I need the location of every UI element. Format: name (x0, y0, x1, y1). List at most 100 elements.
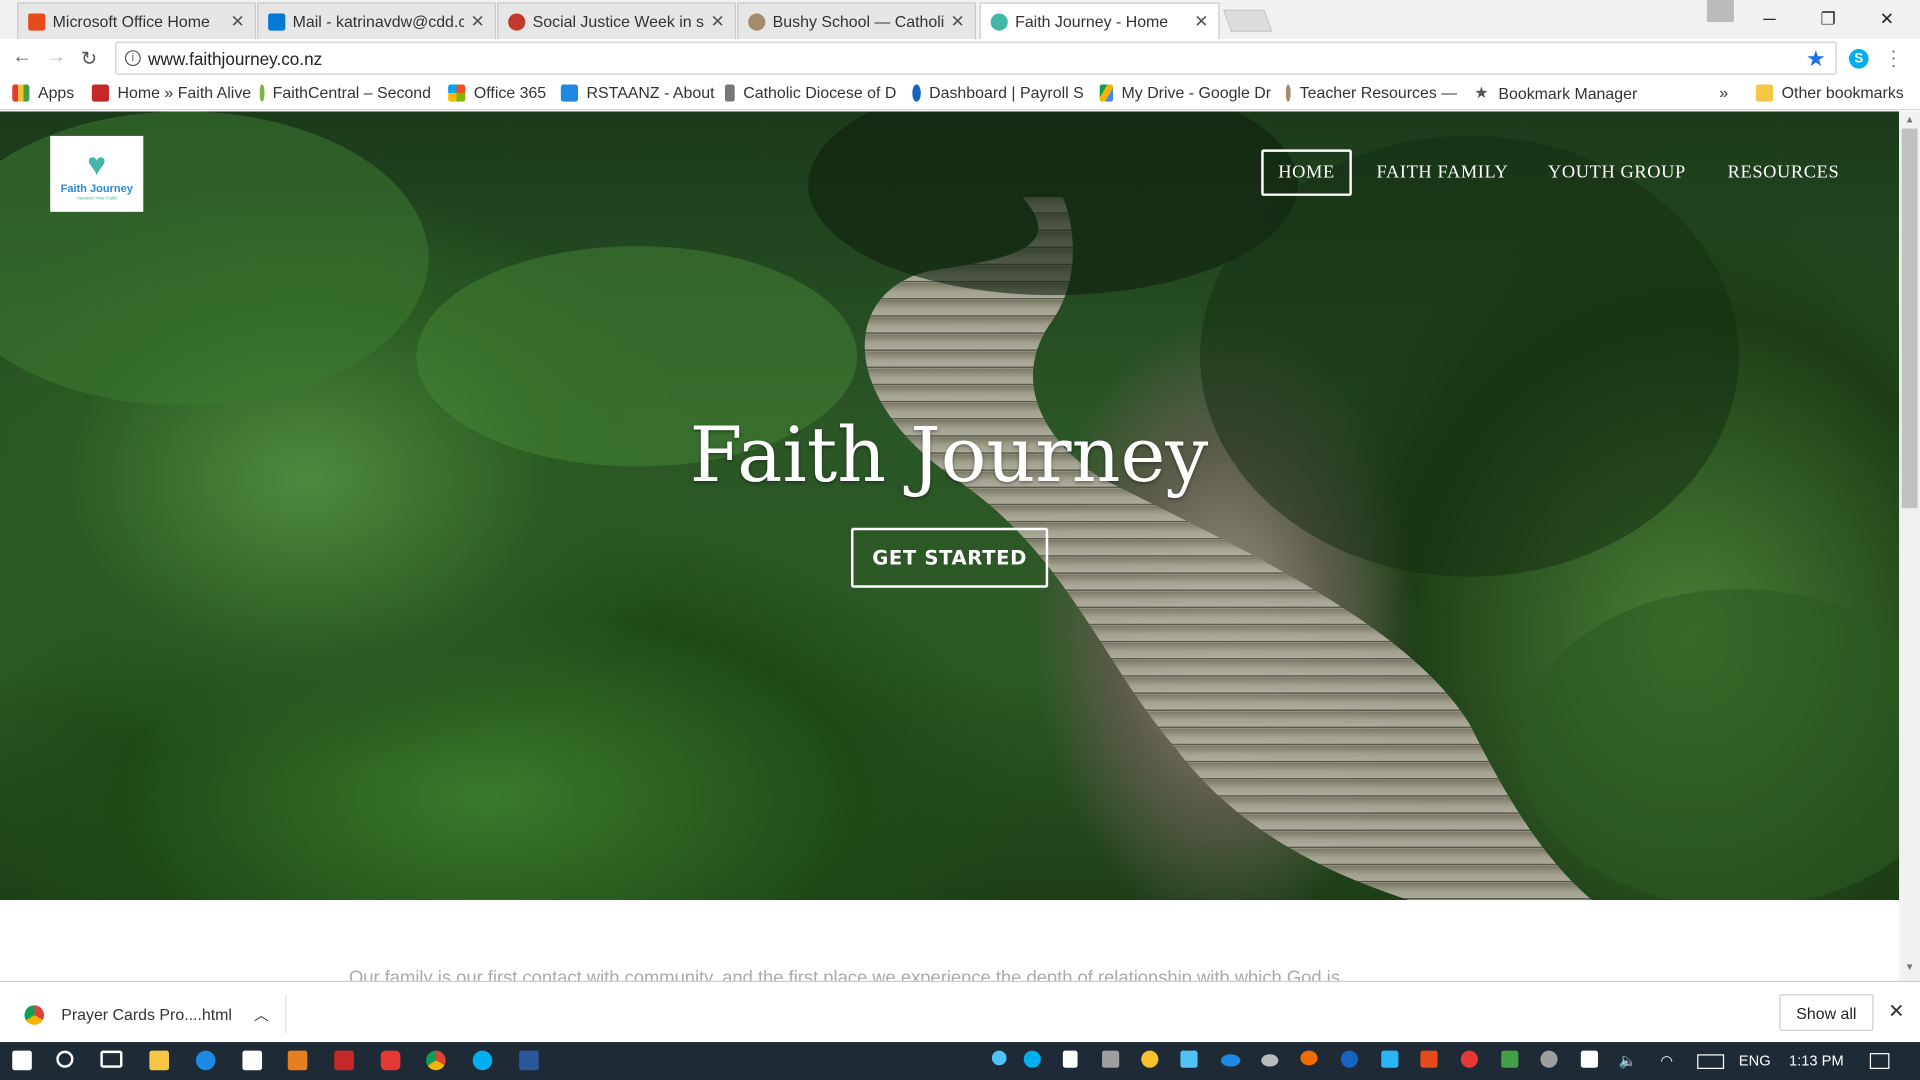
nav-label: YOUTH GROUP (1548, 162, 1686, 182)
nav-label: HOME (1278, 162, 1335, 182)
tray-app-icon[interactable] (1381, 1050, 1399, 1068)
reload-button[interactable]: ↻ (81, 47, 97, 71)
bookmarks-overflow-button[interactable]: » (1719, 83, 1728, 101)
onedrive-icon[interactable] (1220, 1054, 1241, 1067)
tray-icon[interactable] (991, 1050, 1007, 1066)
school-icon (1285, 83, 1292, 102)
edge-icon[interactable] (195, 1050, 216, 1071)
volume-icon[interactable]: 🔈 (1619, 1052, 1637, 1069)
media-icon[interactable] (287, 1050, 308, 1071)
info-icon[interactable]: i (124, 50, 141, 67)
tab-mail[interactable]: Mail - katrinavdw@cdd.c ✕ (257, 2, 496, 40)
tab-office[interactable]: Microsoft Office Home ✕ (17, 2, 256, 40)
minimize-button[interactable]: ─ (1741, 0, 1797, 37)
bookmark-apps[interactable]: Apps (12, 83, 74, 102)
address-bar[interactable]: i www.faithjourney.co.nz ★ (115, 41, 1837, 75)
bookmark-label: Dashboard | Payroll S (929, 83, 1084, 102)
keyboard-icon[interactable] (1697, 1054, 1725, 1069)
windows-taskbar: 🔈 ◠ ENG 1:13 PM (0, 1042, 1920, 1080)
back-button[interactable]: ← (12, 47, 32, 69)
cloud-icon[interactable] (1261, 1054, 1279, 1067)
bookmark-catholic-diocese[interactable]: Catholic Diocese of D (724, 83, 897, 102)
close-icon[interactable]: ✕ (951, 11, 965, 32)
tray-app-icon[interactable] (1460, 1050, 1478, 1068)
scroll-thumb[interactable] (1901, 128, 1918, 509)
page-scrollbar[interactable]: ▲ ▼ (1899, 111, 1920, 981)
close-icon[interactable]: ✕ (1194, 11, 1208, 32)
close-icon[interactable]: ✕ (711, 11, 725, 32)
other-bookmarks[interactable]: Other bookmarks (1755, 83, 1904, 102)
skype-icon[interactable] (472, 1050, 493, 1071)
bookmark-office-365[interactable]: Office 365 (448, 83, 547, 102)
bookmark-manager[interactable]: ★ Bookmark Manager (1474, 83, 1637, 103)
nav-youth-group[interactable]: YOUTH GROUP (1540, 149, 1693, 196)
skype-tray-icon[interactable] (1023, 1050, 1041, 1068)
tray-app-icon[interactable] (1300, 1050, 1318, 1066)
download-filename: Prayer Cards Pro....html (61, 1005, 232, 1024)
tray-app-icon[interactable] (1180, 1050, 1198, 1068)
bookmark-label: Catholic Diocese of D (743, 83, 897, 102)
bookmark-faithcentral[interactable]: FaithCentral – Second (259, 83, 431, 102)
close-window-button[interactable]: ✕ (1859, 0, 1915, 37)
get-started-button[interactable]: GET STARTED (851, 527, 1049, 588)
skype-icon[interactable]: S (1848, 48, 1869, 69)
bookmark-rstaanz[interactable]: RSTAANZ - About (560, 83, 715, 102)
nav-home[interactable]: HOME (1261, 149, 1352, 196)
bookmark-faith-alive[interactable]: Home » Faith Alive (91, 83, 251, 102)
restore-button[interactable]: ❐ (1800, 0, 1856, 37)
bookmark-teacher-resources[interactable]: Teacher Resources — (1285, 83, 1458, 102)
download-item[interactable]: Prayer Cards Pro....html ︿ (24, 1004, 269, 1025)
wifi-icon[interactable]: ◠ (1660, 1052, 1673, 1069)
tray-app-icon[interactable] (1420, 1050, 1438, 1068)
notifications-icon[interactable] (1869, 1053, 1890, 1069)
bookmark-dashboard-payroll[interactable]: Dashboard | Payroll S (912, 83, 1084, 102)
forward-button[interactable]: → (47, 47, 67, 69)
bookmark-label: Office 365 (473, 83, 547, 102)
show-all-button[interactable]: Show all (1779, 994, 1874, 1032)
bookmark-label: Teacher Resources — (1299, 83, 1458, 102)
chrome-icon[interactable] (426, 1050, 446, 1071)
search-icon[interactable] (56, 1050, 74, 1068)
file-explorer-icon[interactable] (149, 1050, 169, 1071)
bookmark-my-drive[interactable]: My Drive - Google Dr (1099, 83, 1271, 102)
word-icon[interactable] (519, 1050, 539, 1071)
tray-app-icon[interactable] (1501, 1050, 1519, 1068)
web-page: ♥ Faith Journey Awaken Your Faith HOME F… (0, 111, 1900, 981)
nav-resources[interactable]: RESOURCES (1719, 149, 1848, 196)
chevron-up-icon[interactable]: ︿ (254, 1004, 269, 1025)
windows-start-icon[interactable] (12, 1050, 32, 1071)
heart-icon (990, 13, 1008, 31)
store-icon[interactable] (242, 1050, 263, 1071)
tray-app-icon[interactable] (1540, 1050, 1558, 1068)
close-icon[interactable]: ✕ (471, 11, 485, 32)
clock[interactable]: 1:13 PM (1789, 1052, 1844, 1069)
dropbox-icon[interactable] (1580, 1050, 1598, 1068)
task-view-icon[interactable] (100, 1050, 123, 1068)
tray-app-icon[interactable] (1340, 1050, 1358, 1068)
tray-app-icon[interactable] (1141, 1050, 1159, 1068)
new-tab-button[interactable] (1222, 9, 1273, 32)
logo-subtitle: Awaken Your Faith (76, 194, 118, 201)
heart-icon: ♥ (87, 145, 107, 182)
tab-social-justice[interactable]: Social Justice Week in sc ✕ (497, 2, 736, 40)
tray-app-icon[interactable] (1102, 1050, 1120, 1068)
close-icon[interactable]: ✕ (231, 11, 245, 32)
folder-icon (1755, 83, 1774, 102)
app-icon[interactable] (380, 1050, 401, 1071)
chrome-icon (24, 1004, 45, 1025)
shield-icon[interactable] (1062, 1050, 1078, 1068)
globe-icon (508, 13, 526, 31)
language-indicator[interactable]: ENG (1739, 1052, 1771, 1069)
profile-icon[interactable] (1706, 0, 1734, 23)
scroll-down-icon[interactable]: ▼ (1899, 961, 1920, 972)
bookmark-star-icon[interactable]: ★ (1806, 47, 1826, 73)
site-logo[interactable]: ♥ Faith Journey Awaken Your Faith (50, 135, 144, 212)
menu-icon[interactable]: · · · (1891, 42, 1897, 74)
question-icon (912, 83, 921, 102)
scroll-up-icon[interactable]: ▲ (1899, 114, 1920, 125)
acrobat-icon[interactable] (334, 1050, 354, 1071)
nav-faith-family[interactable]: FAITH FAMILY (1369, 149, 1516, 196)
tab-faith-journey[interactable]: Faith Journey - Home ✕ (979, 2, 1220, 40)
tab-bushy-school[interactable]: Bushy School — Catholic ✕ (737, 2, 976, 40)
close-icon[interactable]: ✕ (1888, 999, 1904, 1023)
